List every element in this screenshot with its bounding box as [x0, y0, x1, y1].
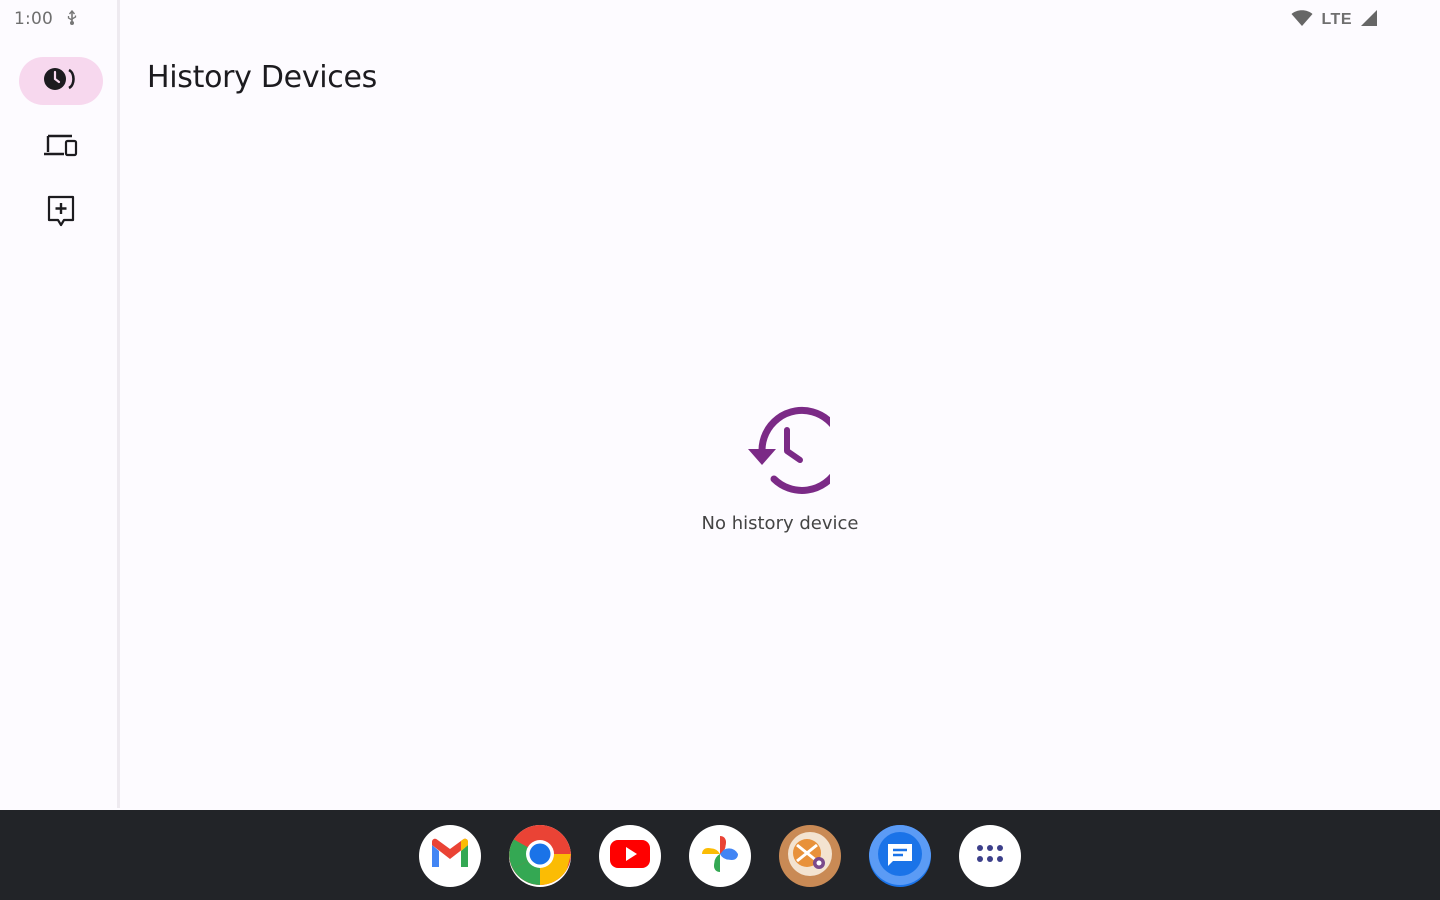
gmail-app[interactable] [419, 825, 481, 887]
messages-app[interactable] [869, 825, 931, 887]
app-drawer-icon [975, 843, 1005, 869]
cell-signal-icon [1360, 9, 1378, 31]
status-indicators: LTE [1291, 9, 1378, 31]
messages-icon [869, 825, 931, 887]
navigation-rail [0, 0, 120, 808]
rail-item-devices[interactable] [19, 124, 103, 172]
page-title: History Devices [147, 60, 377, 95]
rail-item-history[interactable] [19, 57, 103, 105]
taskbar [0, 810, 1440, 900]
photos-icon [699, 833, 741, 879]
add-box-icon [45, 194, 77, 232]
gmail-icon [428, 837, 472, 875]
youtube-app[interactable] [599, 825, 661, 887]
devices-icon [42, 132, 80, 164]
empty-state-message: No history device [701, 513, 859, 534]
app-shortcut[interactable] [779, 825, 841, 887]
empty-state: No history device [660, 405, 900, 534]
history-toggle-icon [41, 65, 81, 97]
wifi-icon [1291, 9, 1313, 31]
rail-item-add[interactable] [19, 189, 103, 237]
network-type-label: LTE [1321, 11, 1352, 28]
status-bar: 1:00 LTE [0, 0, 1440, 38]
chrome-app[interactable] [509, 825, 571, 887]
history-icon [730, 405, 846, 499]
app-drawer-button[interactable] [959, 825, 1021, 887]
app-icon [779, 825, 841, 887]
youtube-icon [608, 838, 652, 874]
photos-app[interactable] [689, 825, 751, 887]
chrome-icon [509, 825, 571, 887]
